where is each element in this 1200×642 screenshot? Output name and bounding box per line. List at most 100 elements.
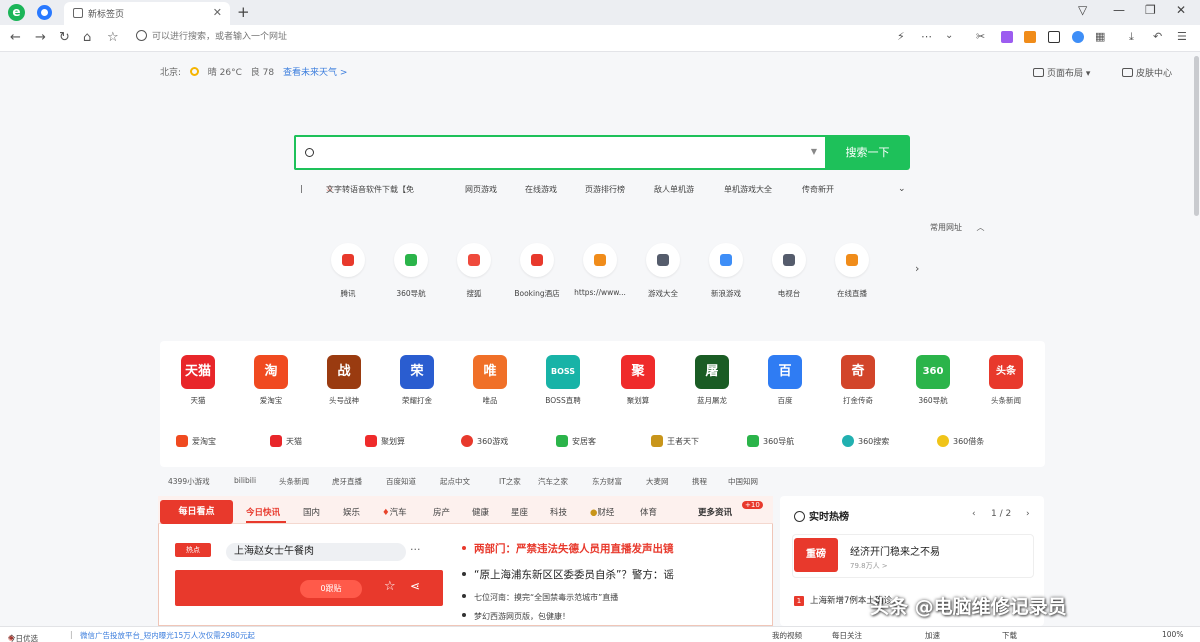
frequent-site[interactable]: [331, 243, 365, 277]
app-tile[interactable]: 唯唯品: [455, 355, 525, 406]
skin-center-button[interactable]: 皮肤中心: [1122, 66, 1172, 79]
bookmark-icon[interactable]: ☆: [107, 30, 119, 45]
home-icon[interactable]: ⌂: [83, 30, 91, 45]
purple-extension-icon[interactable]: [1001, 31, 1013, 43]
blue-circle-icon[interactable]: [1072, 31, 1084, 43]
minimize-button[interactable]: —: [1113, 3, 1125, 17]
more-icon[interactable]: ⋯: [921, 30, 932, 43]
app-tile[interactable]: 头条 头条新闻: [971, 355, 1041, 406]
window-icon[interactable]: [1048, 31, 1060, 43]
browser-logo-icon[interactable]: e: [8, 4, 25, 21]
hot-card-title[interactable]: 经济开门稳来之不易: [850, 543, 940, 558]
quick-link[interactable]: 大麦网: [646, 476, 669, 487]
news-tab[interactable]: ●财经: [590, 506, 614, 518]
quick-link[interactable]: IT之家: [499, 476, 521, 487]
sub-app-link[interactable]: 聚划算: [365, 435, 405, 447]
undo-icon[interactable]: ↶: [1153, 30, 1162, 43]
sub-app-link[interactable]: 360游戏: [461, 435, 508, 447]
frequent-site[interactable]: [520, 243, 554, 277]
scissors-icon[interactable]: ✂: [976, 30, 985, 43]
lightning-icon[interactable]: ⚡: [897, 30, 905, 43]
forward-icon[interactable]: →: [35, 30, 46, 45]
app-tile[interactable]: 聚聚划算: [603, 355, 673, 406]
news-tab[interactable]: 健康: [472, 506, 489, 518]
star-icon[interactable]: ☆: [384, 579, 396, 594]
hotword-item[interactable]: 页游排行榜: [585, 184, 625, 195]
quick-link[interactable]: 虎牙直播: [332, 476, 362, 487]
tab-new-tab-page[interactable]: 新标签页 ✕: [64, 2, 230, 25]
share-icon[interactable]: ⋖: [410, 579, 420, 593]
address-input[interactable]: [152, 31, 652, 41]
app-tile[interactable]: 奇打金传奇: [823, 355, 893, 406]
refresh-icon[interactable]: ↻: [59, 30, 70, 45]
quick-link[interactable]: 头条新闻: [279, 476, 309, 487]
prev-page-icon[interactable]: ‹: [972, 509, 976, 519]
pin-window-icon[interactable]: ▽: [1078, 3, 1087, 17]
sub-app-link[interactable]: 爱淘宝: [176, 435, 216, 447]
news-tab[interactable]: ♦汽车: [382, 506, 407, 518]
daily-focus-button[interactable]: 每日关注: [832, 630, 862, 641]
news-headline[interactable]: “原上海浦东新区区委委员自杀”？警方：谣: [462, 567, 674, 582]
dropdown-caret-icon[interactable]: ▼: [811, 147, 817, 156]
speed-button[interactable]: 加速: [925, 630, 940, 641]
sub-app-link[interactable]: 王者天下: [651, 435, 699, 447]
tab-close-icon[interactable]: ✕: [213, 6, 222, 19]
frequent-site[interactable]: [646, 243, 680, 277]
search-button[interactable]: 搜索一下: [825, 135, 910, 170]
news-headline[interactable]: 梦幻西游网页版，包健康！: [462, 611, 570, 622]
download-icon[interactable]: ⤓: [1129, 30, 1134, 44]
app-tile[interactable]: 天猫 天猫: [163, 355, 233, 406]
frequent-site[interactable]: [709, 243, 743, 277]
more-news-link[interactable]: 更多资讯: [698, 506, 732, 518]
frequent-site[interactable]: [394, 243, 428, 277]
frequent-site[interactable]: [835, 243, 869, 277]
download-button[interactable]: 下载: [1002, 630, 1017, 641]
next-page-icon[interactable]: ›: [1026, 509, 1030, 519]
hotword-item[interactable]: 敌人单机游: [654, 184, 694, 195]
app-tile[interactable]: 淘爱淘宝: [236, 355, 306, 406]
scrollbar[interactable]: [1194, 56, 1199, 216]
quick-link[interactable]: 起点中文: [440, 476, 470, 487]
quick-link[interactable]: 中国知网: [728, 476, 758, 487]
zoom-level[interactable]: 100%: [1162, 630, 1183, 639]
expand-chevron-icon[interactable]: ⌄: [898, 184, 906, 194]
chevron-down-icon[interactable]: ⌄: [945, 30, 953, 41]
menu-icon[interactable]: ☰: [1177, 30, 1187, 43]
quick-link[interactable]: 百度知道: [386, 476, 416, 487]
hot-search-title[interactable]: 上海赵女士午餐肉: [226, 543, 406, 561]
next-arrow-icon[interactable]: ›: [915, 262, 919, 275]
app-tile[interactable]: BOSS BOSS直聘: [528, 355, 598, 406]
news-tab[interactable]: 今日快讯: [246, 506, 280, 518]
weather-forecast-link[interactable]: 查看未来天气 >: [283, 68, 347, 78]
sub-app-link[interactable]: 安居客: [556, 435, 596, 447]
sub-app-link[interactable]: 天猫: [270, 435, 302, 447]
close-window-button[interactable]: ✕: [1176, 3, 1186, 17]
my-video-button[interactable]: 我的视频: [772, 630, 802, 641]
news-tab[interactable]: 科技: [550, 506, 567, 518]
news-tab[interactable]: 娱乐: [343, 506, 360, 518]
comment-count-pill[interactable]: 0跟贴: [300, 580, 362, 598]
more-dots-icon[interactable]: ···: [410, 543, 421, 556]
sub-app-link[interactable]: 360搜索: [842, 435, 889, 447]
sub-app-link[interactable]: 360导航: [747, 435, 794, 447]
hotword-item[interactable]: 传奇新开: [802, 184, 834, 195]
hotword-item[interactable]: 在线游戏: [525, 184, 557, 195]
news-headline[interactable]: 两部门：严禁违法失德人员用直播发声出镜: [462, 541, 674, 556]
news-tab[interactable]: 国内: [303, 506, 320, 518]
orange-extension-icon[interactable]: [1024, 31, 1036, 43]
news-tab[interactable]: 体育: [640, 506, 657, 518]
app-tile[interactable]: 屠蓝月屠龙: [677, 355, 747, 406]
new-tab-button[interactable]: +: [237, 3, 250, 21]
quick-link[interactable]: 东方财富: [592, 476, 622, 487]
frequent-site[interactable]: [457, 243, 491, 277]
app-tile[interactable]: 百百度: [750, 355, 820, 406]
back-icon[interactable]: ←: [10, 30, 21, 45]
news-headline[interactable]: 七位河南：摸完“全国禁毒示范城市”直播: [462, 592, 618, 603]
page-layout-button[interactable]: 页面布局 ▾: [1033, 66, 1090, 79]
grid-icon[interactable]: ▦: [1095, 30, 1105, 43]
sub-app-link[interactable]: 360借条: [937, 435, 984, 447]
status-news-link[interactable]: 微信广告投放平台_短内曝光15万人次仅需2980元起: [80, 630, 255, 641]
quick-link[interactable]: 4399小游戏: [168, 476, 210, 487]
search-input[interactable]: ▼: [294, 135, 825, 170]
quick-link[interactable]: bilibili: [234, 476, 256, 485]
